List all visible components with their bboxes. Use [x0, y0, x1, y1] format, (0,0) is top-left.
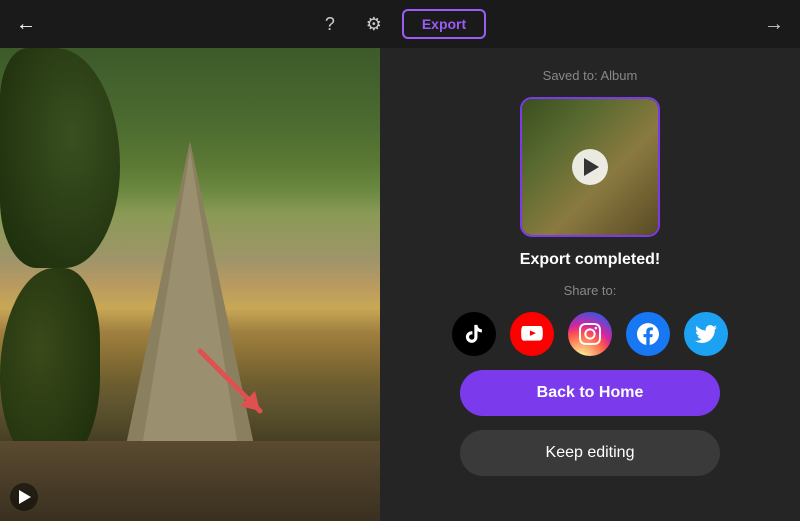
share-to-label: Share to: [564, 283, 617, 298]
top-bar: ← ? ⚙ Export → [0, 0, 800, 48]
back-to-home-button[interactable]: Back to Home [460, 370, 720, 416]
video-thumbnail[interactable] [520, 97, 660, 237]
twitter-share-button[interactable] [684, 312, 728, 356]
play-triangle-icon [584, 158, 599, 176]
back-arrow-icon[interactable]: ← [16, 13, 36, 36]
instagram-share-button[interactable] [568, 312, 612, 356]
ground [0, 441, 380, 521]
saved-to-label: Saved to: Album [543, 68, 638, 83]
scene-overlay [0, 48, 380, 521]
facebook-share-button[interactable] [626, 312, 670, 356]
thumbnail-play-icon [572, 149, 608, 185]
main-content: Saved to: Album Export completed! Share … [0, 48, 800, 521]
tree-left-1 [0, 48, 120, 268]
export-button[interactable]: Export [402, 9, 486, 39]
play-icon [19, 490, 31, 504]
help-button[interactable]: ? [314, 8, 346, 40]
arrow-indicator [240, 401, 300, 461]
right-panel: Saved to: Album Export completed! Share … [380, 48, 800, 521]
tiktok-share-button[interactable] [452, 312, 496, 356]
video-panel [0, 48, 380, 521]
keep-editing-button[interactable]: Keep editing [460, 430, 720, 476]
thumbnail-image [522, 99, 658, 235]
play-button-corner[interactable] [10, 483, 38, 511]
export-completed-label: Export completed! [520, 251, 660, 269]
tree-right-1 [0, 268, 100, 468]
social-share-row [452, 312, 728, 356]
forward-arrow-icon: → [764, 13, 784, 36]
settings-button[interactable]: ⚙ [358, 8, 390, 40]
youtube-share-button[interactable] [510, 312, 554, 356]
